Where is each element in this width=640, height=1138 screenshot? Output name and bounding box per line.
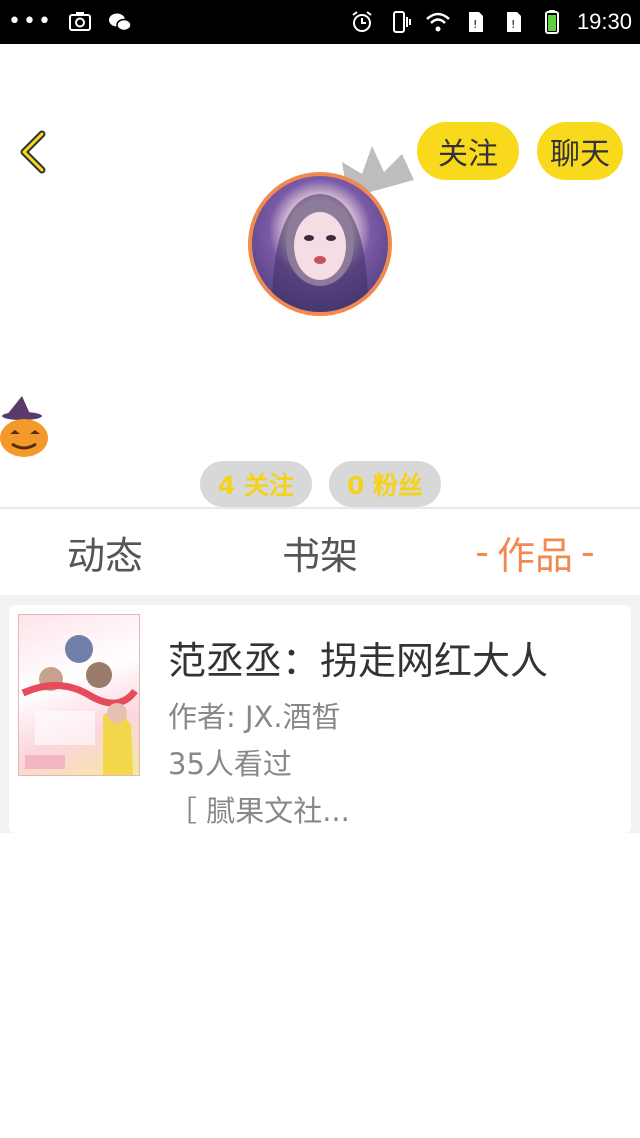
tab-bar: 动态 书架 - 作品 - (0, 509, 640, 595)
pumpkin-witch-hat-icon (0, 396, 48, 457)
avatar[interactable] (248, 172, 392, 316)
tab-moments[interactable]: 动态 (40, 509, 170, 595)
screenshot-icon (68, 12, 91, 31)
tab-moments-label: 动态 (66, 533, 143, 578)
book-cover[interactable] (18, 614, 140, 776)
book-author: 作者: JX.酒晳 (168, 700, 341, 734)
avatar-photo (272, 194, 368, 312)
vibrate-icon (392, 11, 411, 33)
tab-works-label: 作品 (496, 533, 573, 578)
back-button[interactable] (14, 128, 54, 176)
tab-bookshelf-label: 书架 (281, 533, 358, 578)
tab-active-dash-left: - (475, 530, 489, 574)
alarm-icon (352, 11, 372, 32)
wechat-icon (108, 13, 132, 32)
chat-button[interactable]: 聊天 (537, 122, 623, 180)
follow-button[interactable]: 关注 (417, 122, 519, 180)
tab-works[interactable]: - 作品 - (450, 509, 620, 595)
book-cover-art (21, 635, 138, 775)
more-dots-icon: ••• (8, 9, 53, 34)
tab-bookshelf[interactable]: 书架 (255, 509, 385, 595)
clock: 19:30 (576, 9, 632, 34)
avatar-container (248, 172, 392, 316)
follow-label: 关注 (438, 137, 498, 172)
wifi-icon (426, 12, 450, 32)
chevron-left-icon (20, 130, 46, 174)
svg-text:!: ! (473, 18, 477, 31)
book-views: 35人看过 (168, 747, 292, 781)
following-count: 4 关注 (217, 471, 295, 500)
fans-count-button[interactable]: 0 粉丝 (329, 461, 441, 507)
sim1-icon: ! (468, 12, 483, 32)
battery-icon (544, 10, 559, 34)
book-title: 范丞丞：拐走网红大人 (168, 639, 549, 683)
chat-label: 聊天 (550, 137, 610, 172)
book-tags: ［ 腻果文社... (168, 794, 350, 828)
svg-text:!: ! (511, 18, 515, 31)
sim2-icon: ! (506, 12, 521, 32)
tab-active-dash-right: - (581, 530, 595, 574)
following-count-button[interactable]: 4 关注 (200, 461, 312, 507)
status-bar: ••• ! ! 19:30 (0, 0, 640, 44)
fans-count: 0 粉丝 (346, 471, 424, 500)
